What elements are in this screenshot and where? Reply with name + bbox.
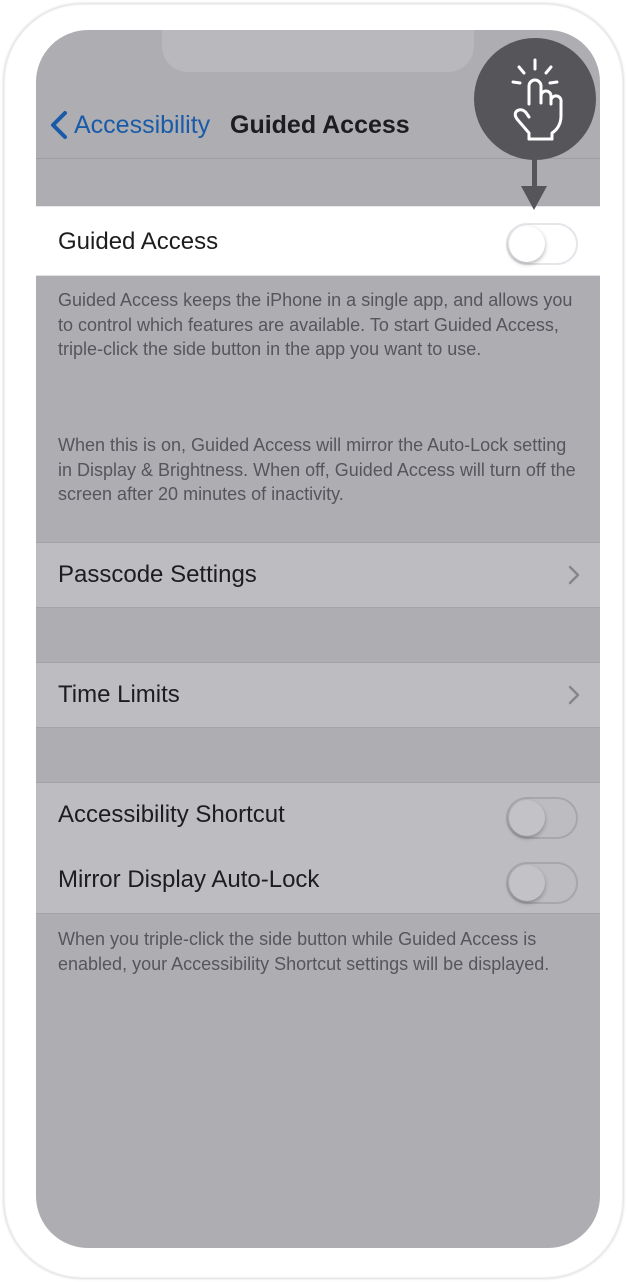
mirror-display-auto-lock-label: Mirror Display Auto-Lock (58, 866, 320, 893)
arrow-down-icon (521, 186, 547, 210)
toggle-knob (509, 800, 545, 836)
passcode-settings-row[interactable]: Passcode Settings (36, 542, 600, 608)
accessibility-shortcut-description: When you triple-click the side button wh… (58, 929, 550, 974)
toggle-knob (509, 865, 545, 901)
mirror-display-auto-lock-row: Mirror Display Auto-Lock (36, 848, 600, 914)
guided-access-label: Guided Access (58, 228, 219, 255)
auto-lock-description: When this is on, Guided Access will mirr… (58, 435, 576, 504)
phone-screen: Accessibility Guided Access Guided Acces… (36, 30, 600, 1248)
guided-access-toggle[interactable] (506, 223, 578, 265)
toggle-knob (509, 226, 545, 262)
chevron-right-icon (568, 565, 580, 585)
guided-access-row: Guided Access (36, 206, 600, 276)
passcode-settings-label: Passcode Settings (58, 561, 257, 588)
arrow-shaft (532, 158, 537, 188)
accessibility-shortcut-toggle[interactable] (506, 797, 578, 839)
chevron-left-icon[interactable] (48, 110, 70, 140)
time-limits-row[interactable]: Time Limits (36, 662, 600, 728)
accessibility-shortcut-label: Accessibility Shortcut (58, 801, 285, 828)
page-title: Guided Access (230, 111, 410, 139)
accessibility-shortcut-row: Accessibility Shortcut (36, 782, 600, 849)
tap-gesture-badge (474, 38, 596, 160)
notch (162, 30, 474, 72)
chevron-right-icon (568, 685, 580, 705)
mirror-display-auto-lock-toggle[interactable] (506, 862, 578, 904)
guided-access-description: Guided Access keeps the iPhone in a sing… (58, 290, 573, 359)
back-button[interactable]: Accessibility (74, 108, 210, 142)
time-limits-label: Time Limits (58, 681, 180, 708)
tap-gesture-icon (511, 58, 563, 141)
